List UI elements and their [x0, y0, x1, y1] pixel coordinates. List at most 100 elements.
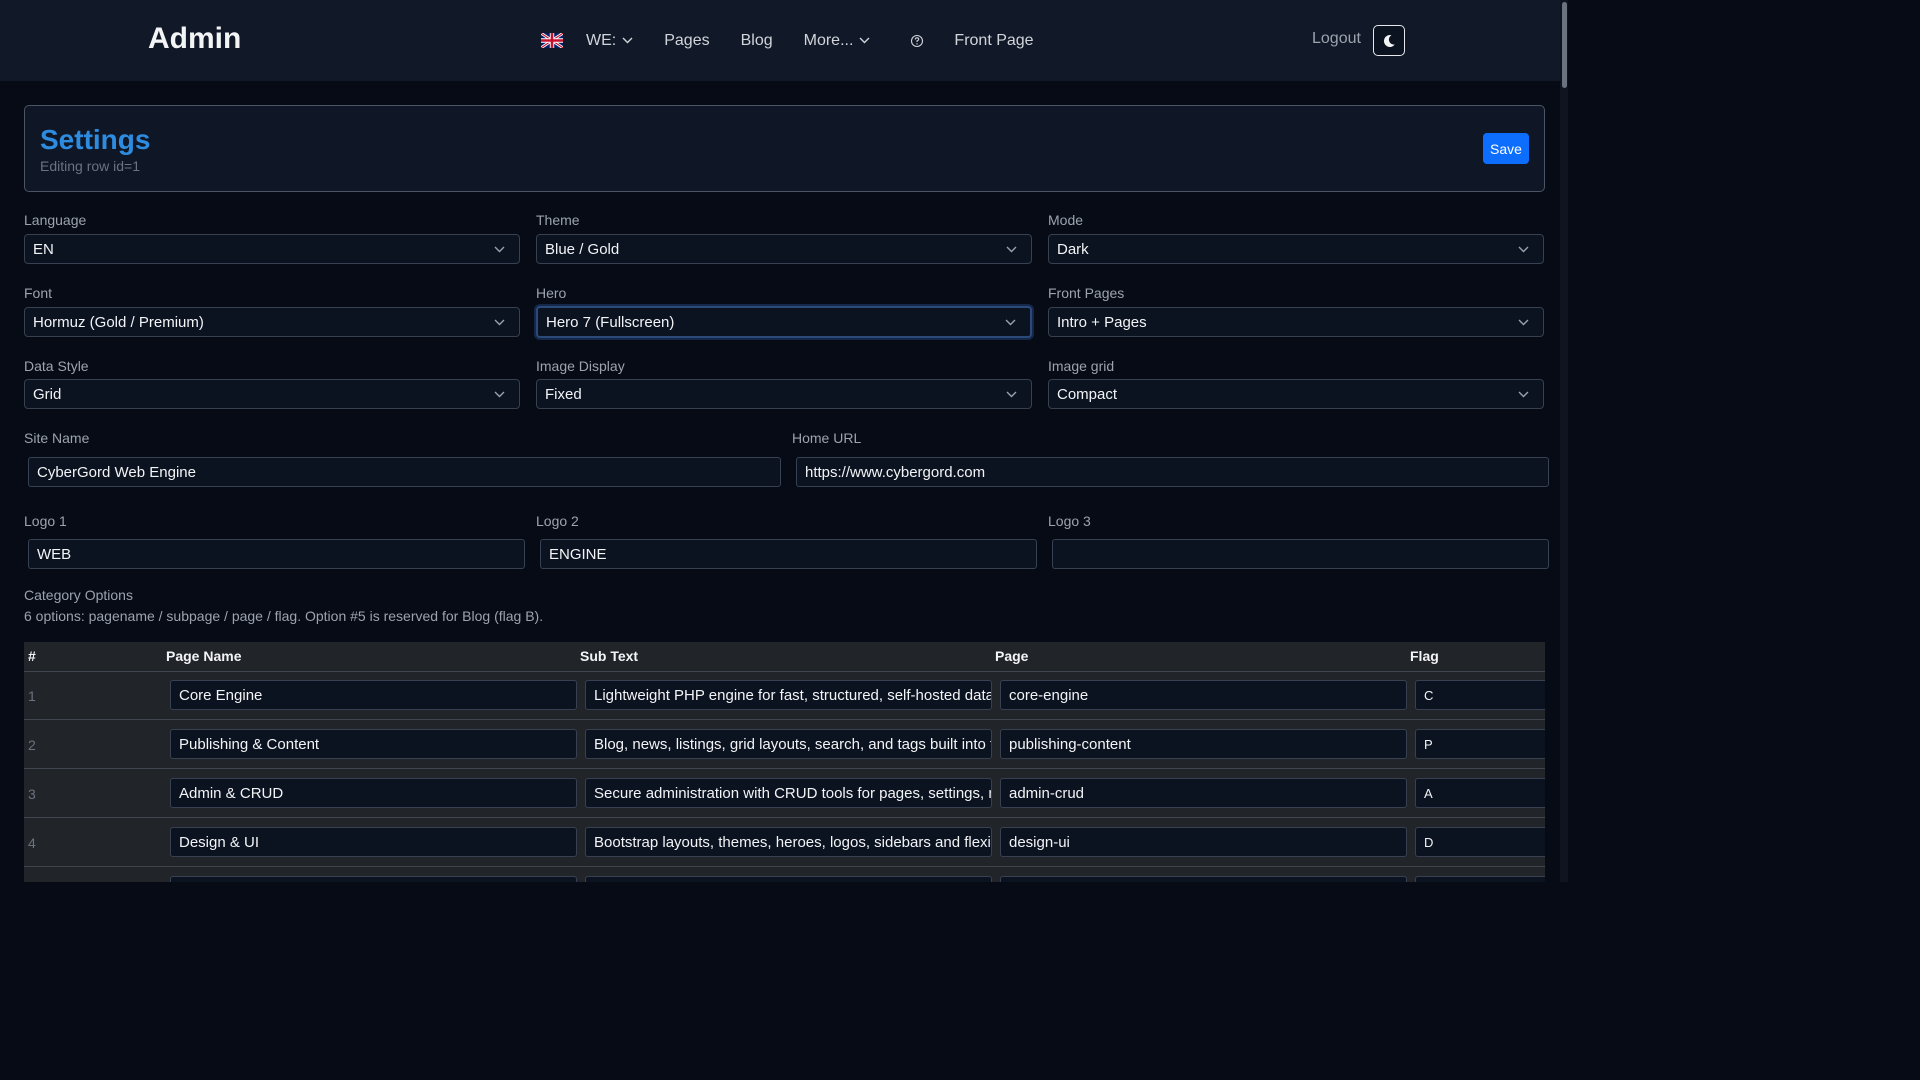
page-subtitle: Editing row id=1 [40, 158, 141, 174]
page-slug-input[interactable]: design-ui [1000, 827, 1407, 857]
category-table: # Page Name Sub Text Page Flag 1 Core En… [24, 642, 1545, 882]
nav-pages[interactable]: Pages [664, 32, 709, 50]
chevron-down-icon [1518, 246, 1529, 253]
row-number: 4 [28, 835, 36, 851]
front-pages-label: Front Pages [1048, 285, 1125, 301]
chevron-down-icon [1006, 391, 1017, 398]
data-style-select[interactable]: Grid [24, 379, 520, 409]
nav-blog[interactable]: Blog [741, 32, 773, 50]
page-name-input[interactable] [170, 876, 577, 882]
nav-we-label: WE: [586, 31, 617, 49]
page-slug-input[interactable] [1000, 876, 1407, 882]
page-name-input[interactable]: Core Engine [170, 680, 577, 710]
sub-text-input[interactable] [585, 876, 992, 882]
theme-label: Theme [536, 212, 580, 228]
chevron-down-icon [1005, 319, 1016, 326]
mode-value: Dark [1057, 240, 1089, 258]
font-label: Font [24, 285, 53, 301]
row-number: 2 [28, 737, 36, 753]
image-grid-value: Compact [1057, 385, 1118, 403]
col-header-sub-text: Sub Text [580, 648, 639, 664]
sub-text-input[interactable]: Blog, news, listings, grid layouts, sear… [585, 729, 992, 759]
front-pages-value: Intro + Pages [1057, 313, 1147, 331]
page-name-input[interactable]: Admin & CRUD [170, 778, 577, 808]
sub-text-input[interactable]: Bootstrap layouts, themes, heroes, logos… [585, 827, 992, 857]
category-options-title: Category Options [24, 587, 133, 603]
data-style-value: Grid [33, 385, 62, 403]
col-header-num: # [28, 648, 36, 664]
flag-input[interactable]: P [1415, 729, 1545, 759]
col-header-page: Page [995, 648, 1029, 664]
row-number: 1 [28, 688, 36, 704]
front-pages-select[interactable]: Intro + Pages [1048, 307, 1544, 337]
logo1-input[interactable]: WEB [28, 539, 525, 569]
chevron-down-icon [859, 37, 870, 44]
settings-header-card: Settings Editing row id=1 Save [24, 105, 1545, 192]
main-nav: WE: Pages Blog More... Front Page [541, 0, 1065, 81]
save-button[interactable]: Save [1483, 133, 1529, 164]
page-slug-input[interactable]: publishing-content [1000, 729, 1407, 759]
row-number: 3 [28, 786, 36, 802]
chevron-down-icon [622, 37, 633, 44]
category-options-help: 6 options: pagename / subpage / page / f… [24, 608, 544, 624]
site-name-label: Site Name [24, 430, 90, 446]
flag-input[interactable]: C [1415, 680, 1545, 710]
logo3-label: Logo 3 [1048, 513, 1091, 529]
flag-input[interactable] [1415, 876, 1545, 882]
chevron-down-icon [494, 391, 505, 398]
page-slug-input[interactable]: admin-crud [1000, 778, 1407, 808]
theme-value: Blue / Gold [545, 240, 620, 258]
hero-label: Hero [536, 285, 567, 301]
logo2-input[interactable]: ENGINE [540, 539, 1037, 569]
language-select[interactable]: EN [24, 234, 520, 264]
sub-text-input[interactable]: Lightweight PHP engine for fast, structu… [585, 680, 992, 710]
hero-select[interactable]: Hero 7 (Fullscreen) [536, 306, 1032, 338]
mode-select[interactable]: Dark [1048, 234, 1544, 264]
flag-input[interactable]: D [1415, 827, 1545, 857]
chevron-down-icon [1006, 246, 1017, 253]
home-url-input[interactable]: https://www.cybergord.com [796, 457, 1549, 487]
table-row: 4 Design & UI Bootstrap layouts, themes,… [24, 818, 1545, 867]
theme-toggle-button[interactable] [1373, 25, 1405, 56]
page-name-input[interactable]: Publishing & Content [170, 729, 577, 759]
logout-link[interactable]: Logout [1312, 30, 1361, 48]
table-row: 1 Core Engine Lightweight PHP engine for… [24, 671, 1545, 720]
chevron-down-icon [494, 246, 505, 253]
help-icon[interactable] [910, 34, 924, 48]
brand-logo[interactable]: Admin [148, 22, 241, 56]
logo3-input[interactable] [1052, 539, 1549, 569]
logo2-label: Logo 2 [536, 513, 579, 529]
nav-front-page[interactable]: Front Page [954, 32, 1033, 50]
data-style-label: Data Style [24, 358, 89, 374]
chevron-down-icon [494, 319, 505, 326]
image-grid-label: Image grid [1048, 358, 1115, 374]
table-row: 2 Publishing & Content Blog, news, listi… [24, 720, 1545, 769]
image-display-value: Fixed [545, 385, 582, 403]
theme-select[interactable]: Blue / Gold [536, 234, 1032, 264]
uk-flag-icon[interactable] [541, 33, 563, 48]
page-name-input[interactable]: Design & UI [170, 827, 577, 857]
site-name-input[interactable]: CyberGord Web Engine [28, 457, 781, 487]
nav-more-dropdown[interactable]: More... [804, 32, 871, 50]
logo1-label: Logo 1 [24, 513, 67, 529]
flag-input[interactable]: A [1415, 778, 1545, 808]
page-title: Settings [40, 124, 151, 155]
chevron-down-icon [1518, 391, 1529, 398]
mode-label: Mode [1048, 212, 1084, 228]
moon-icon [1383, 34, 1395, 47]
top-navbar: Admin WE: Pages Blog More... Front Page … [0, 0, 1568, 81]
image-display-label: Image Display [536, 358, 625, 374]
scrollbar[interactable] [1560, 0, 1568, 882]
chevron-down-icon [1518, 319, 1529, 326]
nav-more-label: More... [803, 31, 854, 49]
scrollbar-thumb[interactable] [1562, 2, 1567, 88]
nav-we-dropdown[interactable]: WE: [586, 32, 633, 50]
image-display-select[interactable]: Fixed [536, 379, 1032, 409]
font-value: Hormuz (Gold / Premium) [33, 313, 204, 331]
sub-text-input[interactable]: Secure administration with CRUD tools fo… [585, 778, 992, 808]
page-slug-input[interactable]: core-engine [1000, 680, 1407, 710]
image-grid-select[interactable]: Compact [1048, 379, 1544, 409]
col-header-flag: Flag [1410, 648, 1439, 664]
hero-value: Hero 7 (Fullscreen) [546, 313, 675, 331]
font-select[interactable]: Hormuz (Gold / Premium) [24, 307, 520, 337]
